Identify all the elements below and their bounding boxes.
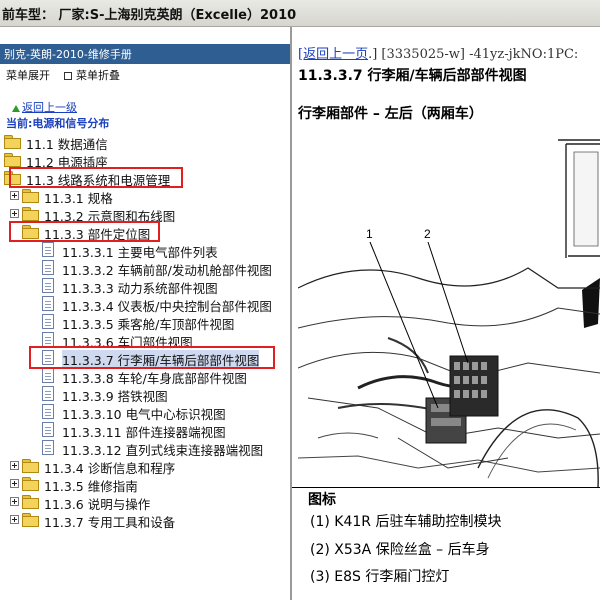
component-location-figure: 1 2 bbox=[297, 138, 600, 508]
legend-title: 图标 bbox=[308, 492, 336, 508]
document-title: 11.3.3.7 行李厢/车辆后部部件视图 bbox=[298, 68, 527, 84]
tree-item[interactable]: 11.3.3.5 乘客舱/车顶部件视图 bbox=[0, 313, 290, 332]
expand-toggle-icon[interactable] bbox=[10, 515, 19, 524]
highlight-box-11-3 bbox=[9, 167, 183, 188]
callout-2: 2 bbox=[424, 227, 431, 241]
document-icon bbox=[42, 368, 54, 383]
document-icon bbox=[42, 260, 54, 275]
expand-toggle-icon[interactable] bbox=[10, 497, 19, 506]
document-icon bbox=[42, 440, 54, 455]
document-icon bbox=[42, 422, 54, 437]
legend-item-1: (1) K41R 后驻车辅助控制模块 bbox=[310, 514, 502, 530]
tree-item[interactable]: 11.3.3.1 主要电气部件列表 bbox=[0, 241, 290, 260]
tree-item[interactable]: 11.3.4 诊断信息和程序 bbox=[0, 457, 290, 476]
expand-all-button[interactable]: 菜单展开 bbox=[6, 67, 50, 83]
folder-icon bbox=[4, 153, 21, 167]
folder-icon bbox=[22, 459, 39, 473]
collapse-icon bbox=[64, 72, 72, 80]
manual-tree-pane: 别克-英朗-2010-维修手册 菜单展开 菜单折叠 返回上一级 当前:电源和信号… bbox=[0, 27, 292, 600]
trunk-line-drawing: 1 2 bbox=[297, 138, 600, 489]
back-previous-page-link[interactable]: [返回上一页 bbox=[298, 47, 368, 62]
tree-item[interactable]: 11.3.6 说明与操作 bbox=[0, 493, 290, 512]
folder-icon bbox=[22, 477, 39, 491]
expand-toggle-icon[interactable] bbox=[10, 191, 19, 200]
tree-item[interactable]: 11.3.3.4 仪表板/中央控制台部件视图 bbox=[0, 295, 290, 314]
back-up-level-link[interactable]: 返回上一级 bbox=[12, 99, 77, 115]
up-arrow-icon bbox=[12, 104, 20, 112]
tree-item[interactable]: 11.1 数据通信 bbox=[0, 133, 290, 152]
document-icon bbox=[42, 296, 54, 311]
folder-icon bbox=[22, 189, 39, 203]
manual-panel-header: 别克-英朗-2010-维修手册 bbox=[0, 44, 290, 64]
vehicle-model-title: 前车型： 厂家:S-上海别克英朗（Excelle）2010 bbox=[2, 8, 297, 23]
tree-item-label: 11.3.7 专用工具和设备 bbox=[44, 515, 176, 530]
tree-item[interactable]: 11.3.3.3 动力系统部件视图 bbox=[0, 277, 290, 296]
legend-item-3: (3) E8S 行李厢门控灯 bbox=[310, 569, 450, 585]
tree-item[interactable]: 11.3.1 规格 bbox=[0, 187, 290, 206]
tree-menu-bar: 菜单展开 菜单折叠 bbox=[0, 64, 290, 86]
collapse-all-button[interactable]: 菜单折叠 bbox=[64, 67, 120, 83]
window-header: 前车型： 厂家:S-上海别克英朗（Excelle）2010 bbox=[0, 0, 600, 27]
callout-1: 1 bbox=[366, 227, 373, 241]
folder-icon bbox=[4, 135, 21, 149]
folder-icon bbox=[22, 513, 39, 527]
document-icon bbox=[42, 242, 54, 257]
manual-panel-title: 别克-英朗-2010-维修手册 bbox=[4, 48, 132, 61]
tree-item[interactable]: 11.3.5 维修指南 bbox=[0, 475, 290, 494]
document-icon bbox=[42, 404, 54, 419]
document-pane: [返回上一页.] [3335025-w] -41yz-jkNO:1PC: 11.… bbox=[292, 27, 600, 600]
tree-item[interactable]: 11.3.3.12 直列式线束连接器端视图 bbox=[0, 439, 290, 458]
document-icon bbox=[42, 278, 54, 293]
legend-item-2: (2) X53A 保险丝盒 – 后车身 bbox=[310, 542, 490, 558]
legend-divider bbox=[292, 487, 600, 488]
document-icon bbox=[42, 386, 54, 401]
highlight-box-11-3-3 bbox=[9, 221, 160, 242]
expand-toggle-icon[interactable] bbox=[10, 209, 19, 218]
tree-item[interactable]: 11.3.3.11 部件连接器端视图 bbox=[0, 421, 290, 440]
tree-item[interactable]: 11.3.7 专用工具和设备 bbox=[0, 511, 290, 530]
tree-item[interactable]: 11.3.3.9 搭铁视图 bbox=[0, 385, 290, 404]
folder-icon bbox=[22, 207, 39, 221]
page-nav-line: [返回上一页.] [3335025-w] -41yz-jkNO:1PC: bbox=[298, 43, 578, 62]
expand-toggle-icon[interactable] bbox=[10, 461, 19, 470]
folder-icon bbox=[22, 495, 39, 509]
document-id-text: .] [3335025-w] -41yz-jkNO:1PC: bbox=[368, 47, 579, 62]
tree-item[interactable]: 11.3.3.8 车轮/车身底部部件视图 bbox=[0, 367, 290, 386]
current-location-label: 当前:电源和信号分布 bbox=[6, 117, 110, 130]
highlight-box-11-3-3-7 bbox=[29, 346, 275, 369]
tree-item[interactable]: 11.3.3.10 电气中心标识视图 bbox=[0, 403, 290, 422]
tree-item[interactable]: 11.3.3.2 车辆前部/发动机舱部件视图 bbox=[0, 259, 290, 278]
section-title: 行李厢部件 – 左后（两厢车） bbox=[298, 106, 483, 122]
expand-toggle-icon[interactable] bbox=[10, 479, 19, 488]
document-icon bbox=[42, 314, 54, 329]
document-icon bbox=[42, 332, 54, 347]
